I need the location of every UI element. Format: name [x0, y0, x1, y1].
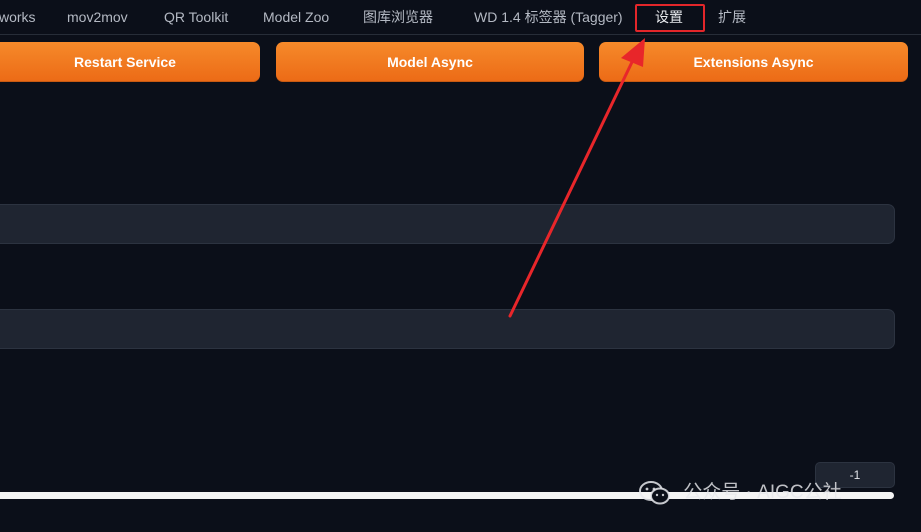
text-field-1[interactable] — [0, 204, 895, 244]
tab-mov2mov[interactable]: mov2mov — [67, 0, 128, 34]
restart-service-button[interactable]: Restart Service — [0, 42, 260, 82]
tab-bar: works mov2mov QR Toolkit Model Zoo 图库浏览器… — [0, 0, 921, 35]
tab-extensions[interactable]: 扩展 — [718, 0, 746, 34]
tab-qr-toolkit[interactable]: QR Toolkit — [164, 0, 228, 34]
model-async-button[interactable]: Model Async — [276, 42, 584, 82]
tab-model-zoo[interactable]: Model Zoo — [263, 0, 329, 34]
settings-tab-highlight — [635, 4, 705, 32]
tab-extensions-works[interactable]: works — [0, 0, 36, 34]
wechat-icon — [639, 480, 670, 505]
extensions-async-button[interactable]: Extensions Async — [599, 42, 908, 82]
text-field-2[interactable] — [0, 309, 895, 349]
watermark-text: 公众号 · AIGC公社 — [683, 482, 842, 503]
settings-page: works mov2mov QR Toolkit Model Zoo 图库浏览器… — [0, 0, 921, 532]
watermark: 公众号 · AIGC公社 — [638, 476, 842, 510]
tab-image-browser[interactable]: 图库浏览器 — [363, 0, 433, 34]
tab-wd-tagger[interactable]: WD 1.4 标签器 (Tagger) — [474, 0, 623, 34]
